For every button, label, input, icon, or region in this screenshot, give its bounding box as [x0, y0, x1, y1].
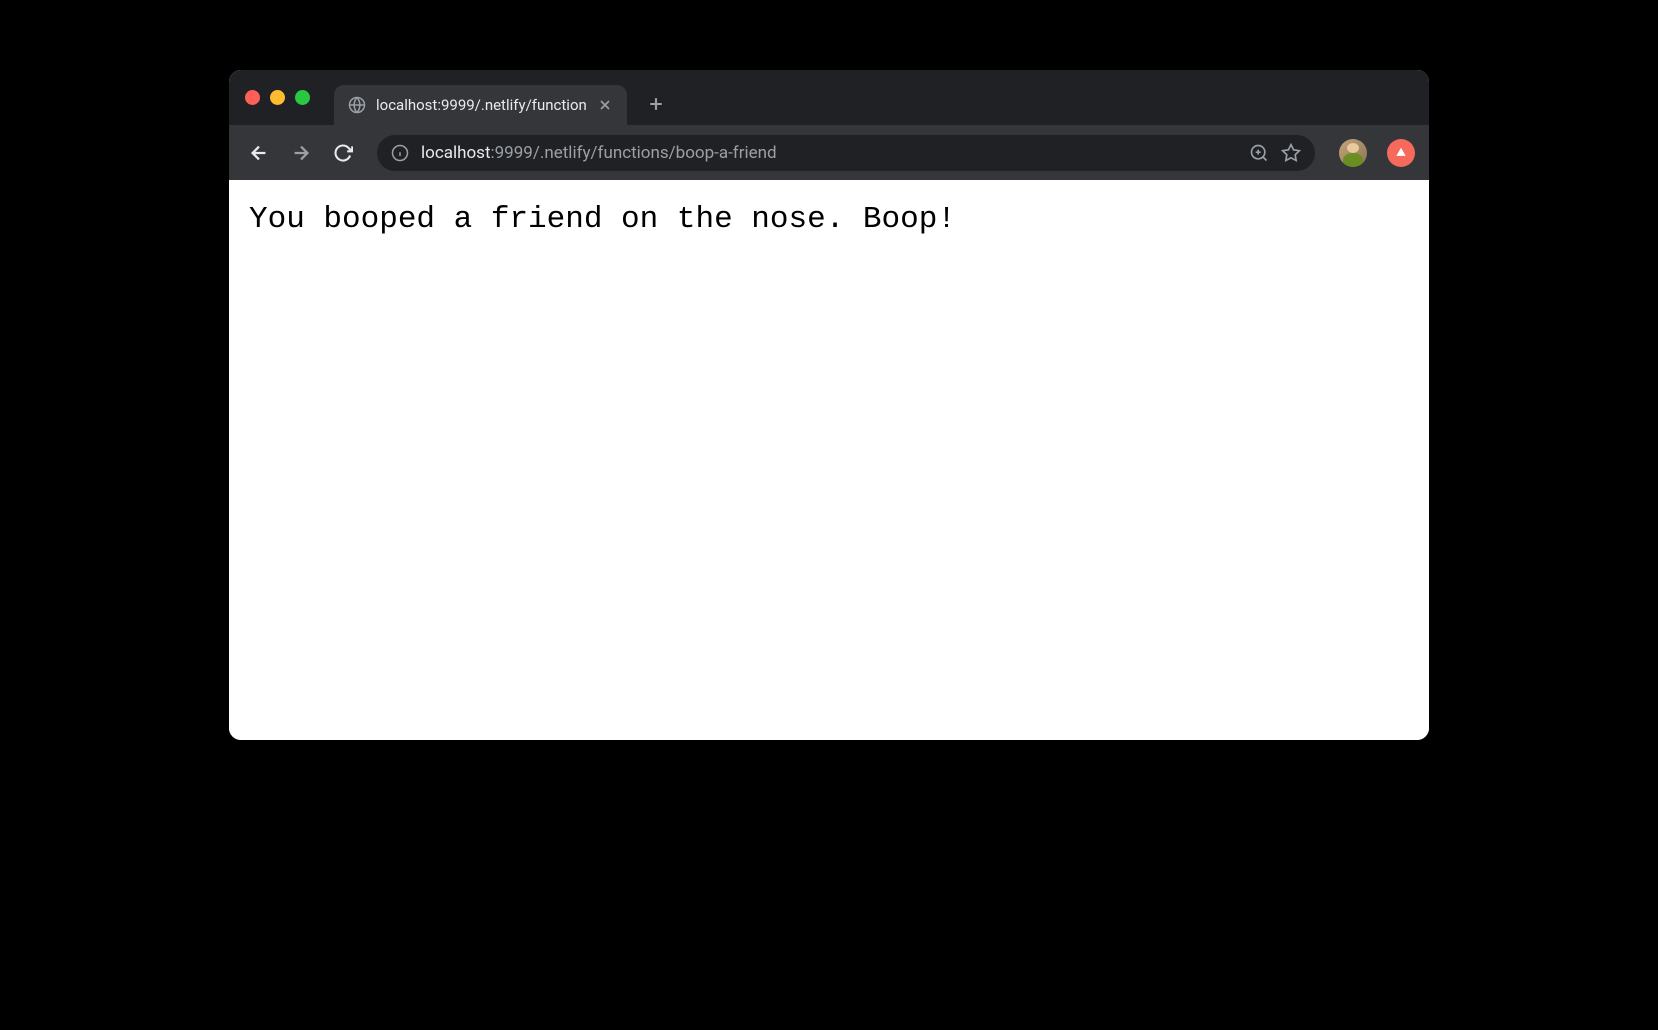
reload-button[interactable]	[327, 137, 359, 169]
page-viewport: You booped a friend on the nose. Boop!	[229, 180, 1429, 740]
url-text: localhost:9999/.netlify/functions/boop-a…	[421, 143, 1237, 163]
close-icon[interactable]	[597, 97, 613, 113]
zoom-icon[interactable]	[1249, 143, 1269, 163]
info-icon[interactable]	[391, 144, 409, 162]
bookmark-star-icon[interactable]	[1281, 143, 1301, 163]
tab-title: localhost:9999/.netlify/function	[376, 96, 587, 114]
url-host: localhost	[421, 143, 491, 163]
browser-window: localhost:9999/.netlify/function	[229, 70, 1429, 740]
profile-avatar[interactable]	[1339, 139, 1367, 167]
traffic-lights	[245, 90, 310, 105]
address-bar[interactable]: localhost:9999/.netlify/functions/boop-a…	[377, 135, 1315, 171]
window-close-button[interactable]	[245, 90, 260, 105]
new-tab-button[interactable]	[641, 89, 671, 119]
toolbar: localhost:9999/.netlify/functions/boop-a…	[229, 125, 1429, 180]
url-path: :9999/.netlify/functions/boop-a-friend	[491, 143, 777, 163]
back-button[interactable]	[243, 137, 275, 169]
window-minimize-button[interactable]	[270, 90, 285, 105]
extension-badge[interactable]	[1387, 139, 1415, 167]
window-maximize-button[interactable]	[295, 90, 310, 105]
page-body-text: You booped a friend on the nose. Boop!	[249, 202, 1409, 237]
globe-icon	[348, 96, 366, 114]
tab-strip: localhost:9999/.netlify/function	[229, 70, 1429, 125]
browser-tab[interactable]: localhost:9999/.netlify/function	[334, 85, 627, 125]
forward-button[interactable]	[285, 137, 317, 169]
